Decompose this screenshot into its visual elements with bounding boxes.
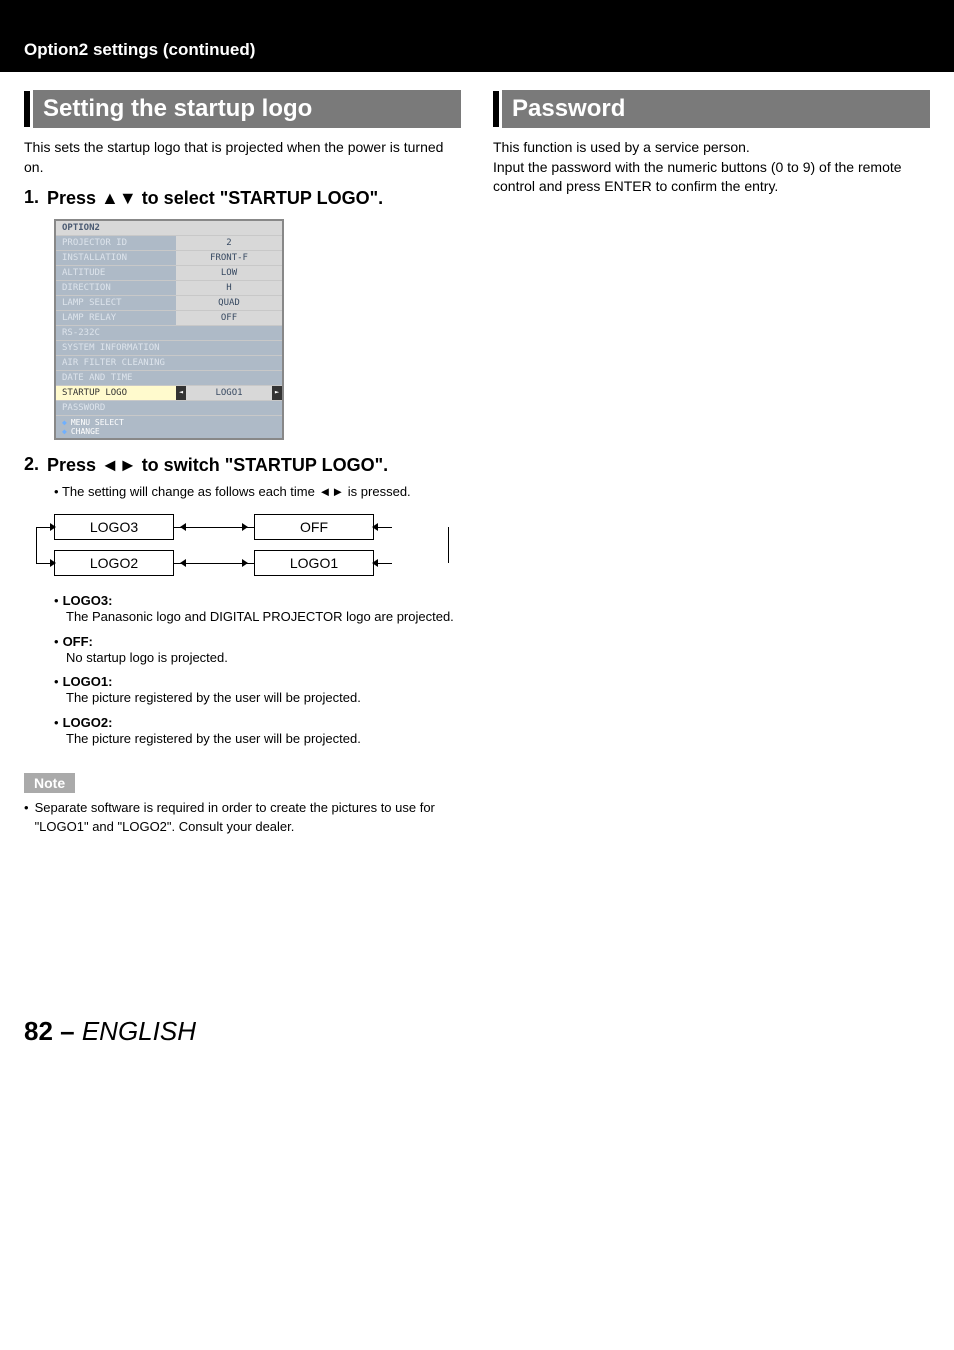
flow-box-off: OFF — [254, 514, 374, 540]
osd-row-projector-id: PROJECTOR ID 2 — [56, 235, 282, 250]
osd-label: LAMP RELAY — [56, 311, 176, 325]
diamond-icon: ◆ — [62, 418, 67, 427]
osd-label: LAMP SELECT — [56, 296, 176, 310]
osd-row-altitude: ALTITUDE LOW — [56, 265, 282, 280]
step-1-number: 1. — [24, 187, 39, 208]
page-language: ENGLISH — [82, 1016, 196, 1046]
note-body: Separate software is required in order t… — [35, 799, 451, 835]
password-p1: This function is used by a service perso… — [493, 138, 930, 158]
osd-row-date-time: DATE AND TIME — [56, 370, 282, 385]
osd-row-password: PASSWORD — [56, 400, 282, 415]
osd-row-rs232c: RS-232C — [56, 325, 282, 340]
step-2-bullet-text: The setting will change as follows each … — [62, 484, 411, 499]
desc-body: The picture registered by the user will … — [66, 689, 461, 707]
arrow-left-icon: ◄ — [176, 386, 186, 400]
arrow-right-icon: ► — [272, 386, 282, 400]
section-title-bar-right: Password — [493, 90, 930, 128]
osd-row-lamp-relay: LAMP RELAY OFF — [56, 310, 282, 325]
note-label: Note — [24, 773, 75, 793]
osd-label: PROJECTOR ID — [56, 236, 176, 250]
flow-edge — [374, 545, 404, 581]
osd-row-direction: DIRECTION H — [56, 280, 282, 295]
osd-footer-1: MENU SELECT — [71, 418, 124, 427]
lead-text: This sets the startup logo that is proje… — [24, 138, 461, 177]
flow-right-connector — [448, 527, 449, 563]
section-title-startup-logo: Setting the startup logo — [33, 90, 461, 128]
desc-body: No startup logo is projected. — [66, 649, 461, 667]
step-1: 1. Press ▲▼ to select "STARTUP LOGO". — [24, 187, 461, 210]
flow-edge — [24, 509, 54, 545]
desc-off: •OFF: No startup logo is projected. — [54, 634, 461, 667]
note-text: • Separate software is required in order… — [24, 799, 451, 835]
section-title-password: Password — [502, 90, 930, 128]
osd-footer-2: CHANGE — [71, 427, 100, 436]
desc-title: OFF: — [63, 634, 93, 649]
osd-value: 2 — [176, 236, 282, 250]
osd-label: INSTALLATION — [56, 251, 176, 265]
flow-bidir-arrow — [174, 563, 254, 564]
accent-bar — [493, 91, 499, 127]
step-2-number: 2. — [24, 454, 39, 475]
osd-label: ALTITUDE — [56, 266, 176, 280]
flow-box-logo3: LOGO3 — [54, 514, 174, 540]
page-number: 82 — [24, 1016, 53, 1046]
osd-footer: ◆ MENU SELECT ◆ CHANGE — [56, 415, 282, 438]
description-list: •LOGO3: The Panasonic logo and DIGITAL P… — [54, 593, 461, 747]
osd-row-system-info: SYSTEM INFORMATION — [56, 340, 282, 355]
desc-logo3: •LOGO3: The Panasonic logo and DIGITAL P… — [54, 593, 461, 626]
step-2-text: Press ◄► to switch "STARTUP LOGO". — [47, 454, 388, 477]
osd-value: LOW — [176, 266, 282, 280]
osd-value: OFF — [176, 311, 282, 325]
osd-value: ◄ LOGO1 ► — [176, 386, 282, 400]
osd-label: STARTUP LOGO — [56, 386, 176, 400]
breadcrumb: Option2 settings (continued) — [0, 32, 954, 72]
osd-row-startup-logo: STARTUP LOGO ◄ LOGO1 ► — [56, 385, 282, 400]
flow-diagram: LOGO3 OFF LOGO2 LOGO1 — [24, 509, 461, 581]
osd-value: H — [176, 281, 282, 295]
osd-active-value: LOGO1 — [215, 388, 242, 398]
accent-bar — [24, 91, 30, 127]
flow-edge — [374, 509, 404, 545]
osd-menu-panel: OPTION2 PROJECTOR ID 2 INSTALLATION FRON… — [54, 219, 284, 440]
osd-row-installation: INSTALLATION FRONT-F — [56, 250, 282, 265]
desc-body: The picture registered by the user will … — [66, 730, 461, 748]
desc-title: LOGO2: — [63, 715, 113, 730]
osd-row-lamp-select: LAMP SELECT QUAD — [56, 295, 282, 310]
osd-menu-header: OPTION2 — [56, 221, 282, 235]
osd-value: QUAD — [176, 296, 282, 310]
desc-title: LOGO1: — [63, 674, 113, 689]
step-2-bullet: • The setting will change as follows eac… — [54, 483, 461, 501]
diamond-icon: ◆ — [62, 427, 67, 436]
desc-logo1: •LOGO1: The picture registered by the us… — [54, 674, 461, 707]
desc-body: The Panasonic logo and DIGITAL PROJECTOR… — [66, 608, 461, 626]
flow-edge — [24, 545, 54, 581]
section-title-bar-left: Setting the startup logo — [24, 90, 461, 128]
flow-bidir-arrow — [174, 527, 254, 528]
step-2: 2. Press ◄► to switch "STARTUP LOGO". — [24, 454, 461, 477]
desc-logo2: •LOGO2: The picture registered by the us… — [54, 715, 461, 748]
osd-row-air-filter: AIR FILTER CLEANING — [56, 355, 282, 370]
desc-title: LOGO3: — [63, 593, 113, 608]
page-footer: 82 – ENGLISH — [0, 1016, 954, 1071]
flow-box-logo1: LOGO1 — [254, 550, 374, 576]
flow-box-logo2: LOGO2 — [54, 550, 174, 576]
header-top-spacer — [0, 0, 954, 32]
osd-value: FRONT-F — [176, 251, 282, 265]
step-1-text: Press ▲▼ to select "STARTUP LOGO". — [47, 187, 383, 210]
footer-sep: – — [53, 1016, 82, 1046]
password-p2: Input the password with the numeric butt… — [493, 158, 930, 197]
osd-label: DIRECTION — [56, 281, 176, 295]
